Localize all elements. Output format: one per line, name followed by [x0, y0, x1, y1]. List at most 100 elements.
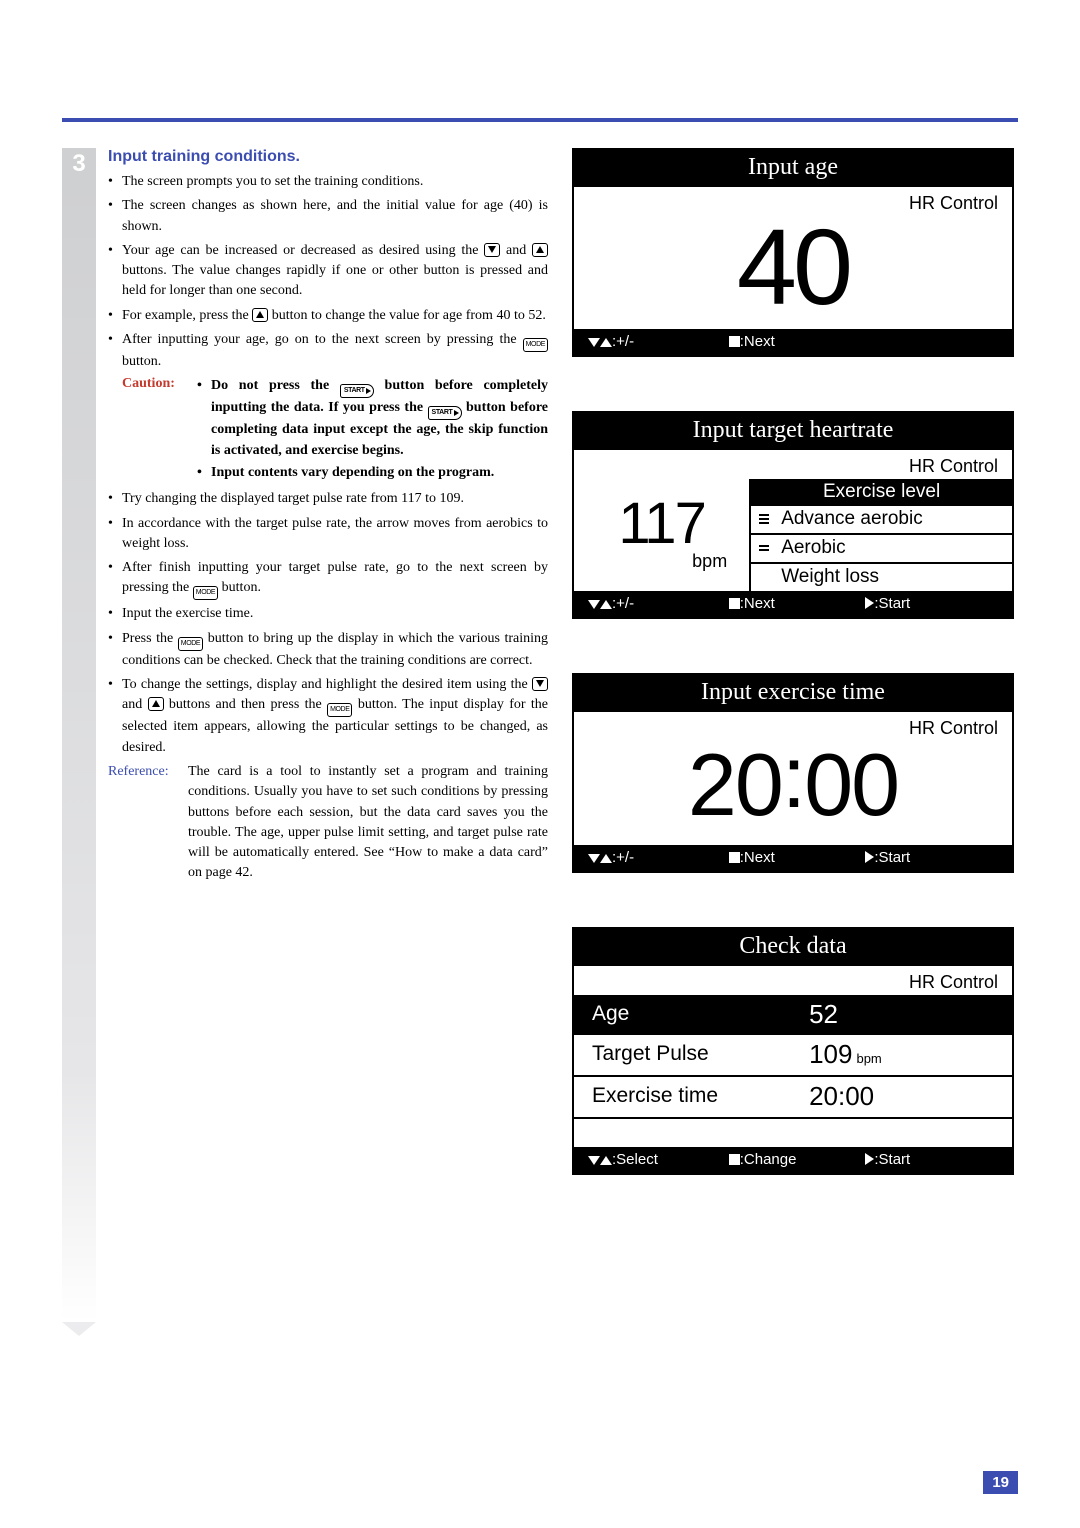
exercise-level-label: Weight loss: [781, 566, 879, 588]
instruction-column: 3 Input training conditions. The screen …: [62, 148, 542, 884]
up-button-icon: [148, 697, 164, 711]
list-item: Try changing the displayed target pulse …: [108, 489, 548, 509]
bullet-list-lower: Try changing the displayed target pulse …: [108, 489, 548, 758]
caution-block: Caution: Do not press the START button b…: [122, 376, 548, 485]
footer-plus-minus: :+/-: [612, 333, 634, 350]
footer-start: :Start: [874, 849, 910, 866]
square-icon: [729, 336, 740, 347]
bullet-list-upper: The screen prompts you to set the traini…: [108, 172, 548, 372]
footer-start: :Start: [874, 1151, 910, 1168]
mode-button-icon: MODE: [178, 637, 203, 651]
mode-button-icon: MODE: [327, 703, 352, 717]
exercise-level-label: Advance aerobic: [781, 508, 923, 530]
check-data-label: Exercise time: [592, 1084, 809, 1108]
list-item: The screen changes as shown here, and th…: [108, 196, 548, 237]
square-icon: [729, 598, 740, 609]
down-button-icon: [484, 243, 500, 257]
up-triangle-icon: [600, 338, 612, 347]
heartrate-unit: bpm: [692, 551, 727, 572]
screen-input-exercise-time: Input exercise time HR Control 20:00 :+/…: [572, 673, 1014, 873]
footer-plus-minus: :+/-: [612, 849, 634, 866]
down-triangle-icon: [588, 600, 600, 609]
reference-label: Reference:: [108, 762, 182, 884]
section-heading: Input training conditions.: [108, 148, 548, 166]
check-data-row-selected: Age 52: [574, 995, 1012, 1035]
list-item: Your age can be increased or decreased a…: [108, 241, 548, 302]
caution-list: Do not press the START button before com…: [197, 376, 548, 483]
list-item: The screen prompts you to set the traini…: [108, 172, 548, 192]
reference-block: Reference: The card is a tool to instant…: [108, 762, 548, 884]
screen-title: Input age: [574, 150, 1012, 187]
check-data-unit: bpm: [856, 1051, 881, 1066]
screen-footer: :+/- :Next :Start: [574, 845, 1012, 871]
down-triangle-icon: [588, 854, 600, 863]
screen-title: Check data: [574, 929, 1012, 966]
square-icon: [729, 852, 740, 863]
reference-text: The card is a tool to instantly set a pr…: [188, 762, 548, 884]
hr-control-label: HR Control: [574, 966, 1012, 995]
footer-start: :Start: [874, 595, 910, 612]
list-item: After inputting your age, go on to the n…: [108, 330, 548, 372]
footer-next: :Next: [740, 595, 775, 612]
footer-change: :Change: [740, 1151, 797, 1168]
check-data-row-blank: [574, 1119, 1012, 1147]
hr-control-label: HR Control: [574, 450, 1012, 479]
up-triangle-icon: [600, 854, 612, 863]
age-value: 40: [737, 216, 849, 319]
screen-footer: :Select :Change :Start: [574, 1147, 1012, 1173]
check-data-label: Age: [592, 1002, 809, 1026]
screen-title: Input exercise time: [574, 675, 1012, 712]
check-data-value: 109bpm: [809, 1039, 994, 1070]
level-indicator-icon: [759, 545, 781, 551]
list-item: In accordance with the target pulse rate…: [108, 514, 548, 555]
page-number: 19: [983, 1471, 1018, 1494]
check-data-row: Exercise time 20:00: [574, 1077, 1012, 1119]
list-item: To change the settings, display and high…: [108, 675, 548, 758]
mode-button-icon: MODE: [523, 338, 548, 352]
heartrate-value: 117: [618, 495, 704, 553]
footer-next: :Next: [740, 333, 775, 350]
down-button-icon: [532, 677, 548, 691]
exercise-level-row: Aerobic: [751, 533, 1012, 562]
list-item: Input the exercise time.: [108, 604, 548, 624]
screen-footer: :+/- :Next: [574, 329, 1012, 355]
check-data-label: Target Pulse: [592, 1042, 809, 1066]
top-rule: [62, 118, 1018, 122]
right-triangle-icon: [865, 597, 874, 609]
check-data-row: Target Pulse 109bpm: [574, 1035, 1012, 1077]
start-button-icon: START: [428, 406, 462, 420]
caution-label: Caution:: [122, 376, 187, 485]
footer-next: :Next: [740, 849, 775, 866]
exercise-level-label: Aerobic: [781, 537, 845, 559]
start-button-icon: START: [340, 384, 374, 398]
check-data-value: 20:00: [809, 1081, 994, 1112]
right-triangle-icon: [865, 1153, 874, 1165]
level-indicator-icon: [759, 514, 781, 524]
down-triangle-icon: [588, 338, 600, 347]
footer-plus-minus: :+/-: [612, 595, 634, 612]
step-number-badge: 3: [62, 148, 96, 184]
mode-button-icon: MODE: [193, 586, 218, 600]
exercise-level-row: Weight loss: [751, 562, 1012, 591]
right-triangle-icon: [865, 851, 874, 863]
square-icon: [729, 1154, 740, 1165]
down-triangle-icon: [588, 1156, 600, 1165]
check-data-value: 52: [809, 999, 994, 1030]
exercise-time-value: 20:00: [688, 741, 898, 829]
list-item: Do not press the START button before com…: [197, 376, 548, 461]
exercise-level-row: Advance aerobic: [751, 506, 1012, 533]
up-triangle-icon: [600, 600, 612, 609]
screen-check-data: Check data HR Control Age 52 Target Puls…: [572, 927, 1014, 1175]
screen-title: Input target heartrate: [574, 413, 1012, 450]
step-tail-decoration: [62, 182, 96, 1322]
list-item: Input contents vary depending on the pro…: [197, 463, 548, 483]
up-triangle-icon: [600, 1156, 612, 1165]
up-button-icon: [532, 243, 548, 257]
up-button-icon: [252, 308, 268, 322]
screen-footer: :+/- :Next :Start: [574, 591, 1012, 617]
list-item: After finish inputting your target pulse…: [108, 558, 548, 600]
list-item: Press the MODE button to bring up the di…: [108, 629, 548, 671]
footer-select: :Select: [612, 1151, 658, 1168]
screens-column: Input age HR Control 40 :+/- :Next Input…: [572, 148, 1014, 1229]
screen-input-age: Input age HR Control 40 :+/- :Next: [572, 148, 1014, 357]
